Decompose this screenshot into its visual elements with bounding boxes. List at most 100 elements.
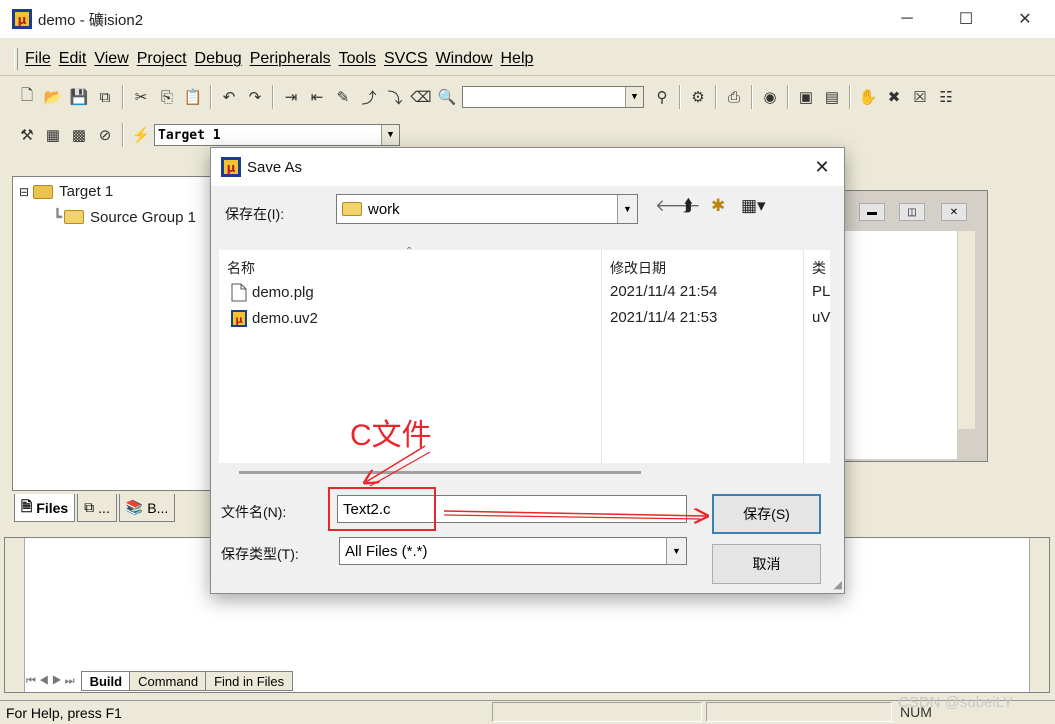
unindent-icon[interactable]: ⇤ — [305, 85, 329, 109]
chevron-down-icon[interactable]: ▼ — [666, 538, 686, 564]
output-window-icon[interactable]: ▤ — [820, 85, 844, 109]
tab-books[interactable]: 📚 B... — [118, 494, 176, 522]
next-bookmark-icon[interactable]: ⤵ — [383, 85, 407, 109]
file-date: 2021/11/4 21:54 — [610, 283, 718, 300]
paste-icon[interactable]: 📋 — [181, 85, 205, 109]
find-in-files-icon[interactable]: 🔍 — [435, 85, 459, 109]
chevron-down-icon[interactable]: ▼ — [625, 87, 643, 107]
clear-bookmarks-icon[interactable]: ⌫ — [409, 85, 433, 109]
resize-grip-icon[interactable]: ◢ — [834, 578, 842, 591]
save-all-icon[interactable]: ⧉ — [93, 85, 117, 109]
prev-bookmark-icon[interactable]: ⤴ — [357, 85, 381, 109]
menu-svcs[interactable]: SVCS — [381, 50, 431, 68]
copy-icon[interactable]: ⎘ — [155, 85, 179, 109]
editor-child-window: ▬ ◫ ✕ — [840, 190, 988, 462]
svg-text:μ: μ — [227, 161, 236, 175]
column-date-header[interactable]: 修改日期 — [610, 258, 666, 278]
chevron-down-icon[interactable]: ▼ — [381, 125, 399, 145]
document-icon — [231, 283, 247, 302]
dialog-close-button[interactable]: ✕ — [807, 154, 837, 180]
column-divider[interactable] — [601, 250, 602, 463]
breakpoint-icon[interactable]: ✖ — [882, 85, 906, 109]
workspace-icon[interactable]: ▣ — [794, 85, 818, 109]
options-icon[interactable]: ⚙ — [686, 85, 710, 109]
menu-window[interactable]: Window — [433, 50, 496, 68]
collapse-icon[interactable]: ⊟ — [19, 185, 29, 199]
menu-file[interactable]: File — [22, 50, 54, 68]
tab-find-in-files[interactable]: Find in Files — [205, 671, 294, 691]
file-row-demo-uv2[interactable]: μ demo.uv2 — [231, 309, 318, 328]
menu-view[interactable]: View — [91, 50, 131, 68]
column-type-header[interactable]: 类 — [812, 258, 826, 278]
rebuild-icon[interactable]: ▩ — [67, 123, 91, 147]
bookmark-icon[interactable]: ✎ — [331, 85, 355, 109]
new-file-icon[interactable]: 🗋 — [15, 85, 39, 109]
menu-peripherals[interactable]: Peripherals — [247, 50, 334, 68]
binoculars-icon[interactable]: ⚲ — [650, 85, 674, 109]
debug-start-icon[interactable]: ◉ — [758, 85, 782, 109]
kill-breakpoints-icon[interactable]: ☷ — [934, 85, 958, 109]
file-name: demo.plg — [252, 284, 314, 301]
tab-regs[interactable]: ⧉... — [77, 494, 117, 522]
toolbar-separator — [122, 123, 124, 147]
child-maximize-button[interactable]: ◫ — [899, 203, 925, 221]
compile-icon[interactable]: ⚒ — [15, 123, 39, 147]
back-arrow-icon[interactable]: 🡐 — [655, 196, 701, 216]
menu-tools[interactable]: Tools — [336, 50, 379, 68]
save-icon[interactable]: 💾 — [67, 85, 91, 109]
up-folder-icon[interactable]: ⮭ — [683, 196, 693, 216]
build-icon[interactable]: ▦ — [41, 123, 65, 147]
child-close-button[interactable]: ✕ — [941, 203, 967, 221]
tab-files[interactable]: 🗎 Files — [14, 494, 76, 522]
save-button[interactable]: 保存(S) — [712, 494, 821, 534]
view-menu-icon[interactable]: ▦▾ — [741, 196, 766, 216]
target-combo-value: Target 1 — [158, 127, 221, 143]
chevron-down-icon[interactable]: ▼ — [617, 195, 637, 223]
indent-icon[interactable]: ⇥ — [279, 85, 303, 109]
child-minimize-button[interactable]: ▬ — [859, 203, 885, 221]
file-list[interactable]: 名称 ⌃ 修改日期 类 demo.plg 2021/11/4 21:54 PL … — [219, 246, 830, 463]
find-combo[interactable]: ▼ — [462, 86, 644, 108]
child-vscroll[interactable] — [957, 231, 975, 429]
child-editor-area[interactable] — [843, 231, 957, 459]
dialog-title: Save As — [247, 158, 303, 176]
new-folder-icon[interactable]: ✱ — [711, 196, 725, 216]
cut-icon[interactable]: ✂ — [129, 85, 153, 109]
target-combo[interactable]: Target 1 ▼ — [154, 124, 400, 146]
maximize-button[interactable]: ☐ — [937, 0, 995, 38]
close-window-button[interactable]: ✕ — [996, 0, 1054, 38]
print-icon[interactable]: ⎙ — [722, 85, 746, 109]
tab-command[interactable]: Command — [129, 671, 208, 691]
redo-icon[interactable]: ↷ — [243, 85, 267, 109]
menu-debug[interactable]: Debug — [192, 50, 245, 68]
column-name-header[interactable]: 名称 — [227, 258, 255, 278]
save-in-select[interactable]: work ▼ — [336, 194, 638, 224]
hand-icon[interactable]: ✋ — [856, 85, 880, 109]
column-divider[interactable] — [803, 250, 804, 463]
undo-icon[interactable]: ↶ — [217, 85, 241, 109]
menu-project[interactable]: Project — [134, 50, 190, 68]
file-row-demo-plg[interactable]: demo.plg — [231, 283, 314, 302]
status-cell — [492, 702, 702, 722]
disable-breakpoint-icon[interactable]: ☒ — [908, 85, 932, 109]
filetype-select[interactable]: All Files (*.*) ▼ — [339, 537, 687, 565]
tree-item-target[interactable]: ⊟ Target 1 — [19, 183, 113, 200]
toolbar-separator — [272, 85, 274, 109]
toolbar-separator — [787, 85, 789, 109]
menu-edit[interactable]: Edit — [56, 50, 90, 68]
horizontal-scrollbar[interactable] — [239, 471, 641, 474]
menu-help[interactable]: Help — [497, 50, 536, 68]
minimize-button[interactable]: ─ — [878, 0, 936, 38]
open-folder-icon[interactable]: 📂 — [41, 85, 65, 109]
target-options-icon[interactable]: ⚡ — [129, 123, 153, 147]
stop-build-icon[interactable]: ⊘ — [93, 123, 117, 147]
output-vscroll[interactable] — [1029, 538, 1049, 692]
cancel-button[interactable]: 取消 — [712, 544, 821, 584]
uvision-app-icon: μ — [12, 9, 32, 29]
sort-ascending-icon: ⌃ — [405, 246, 414, 257]
tab-nav-arrows[interactable]: ⏮ ◀ ▶ ⏭ — [26, 675, 75, 688]
toolbar-separator — [210, 85, 212, 109]
output-tabs: ⏮ ◀ ▶ ⏭ Build Command Find in Files — [26, 670, 294, 692]
tab-build[interactable]: Build — [80, 671, 132, 691]
tree-item-source-group[interactable]: ┗ Source Group 1 — [53, 208, 196, 227]
